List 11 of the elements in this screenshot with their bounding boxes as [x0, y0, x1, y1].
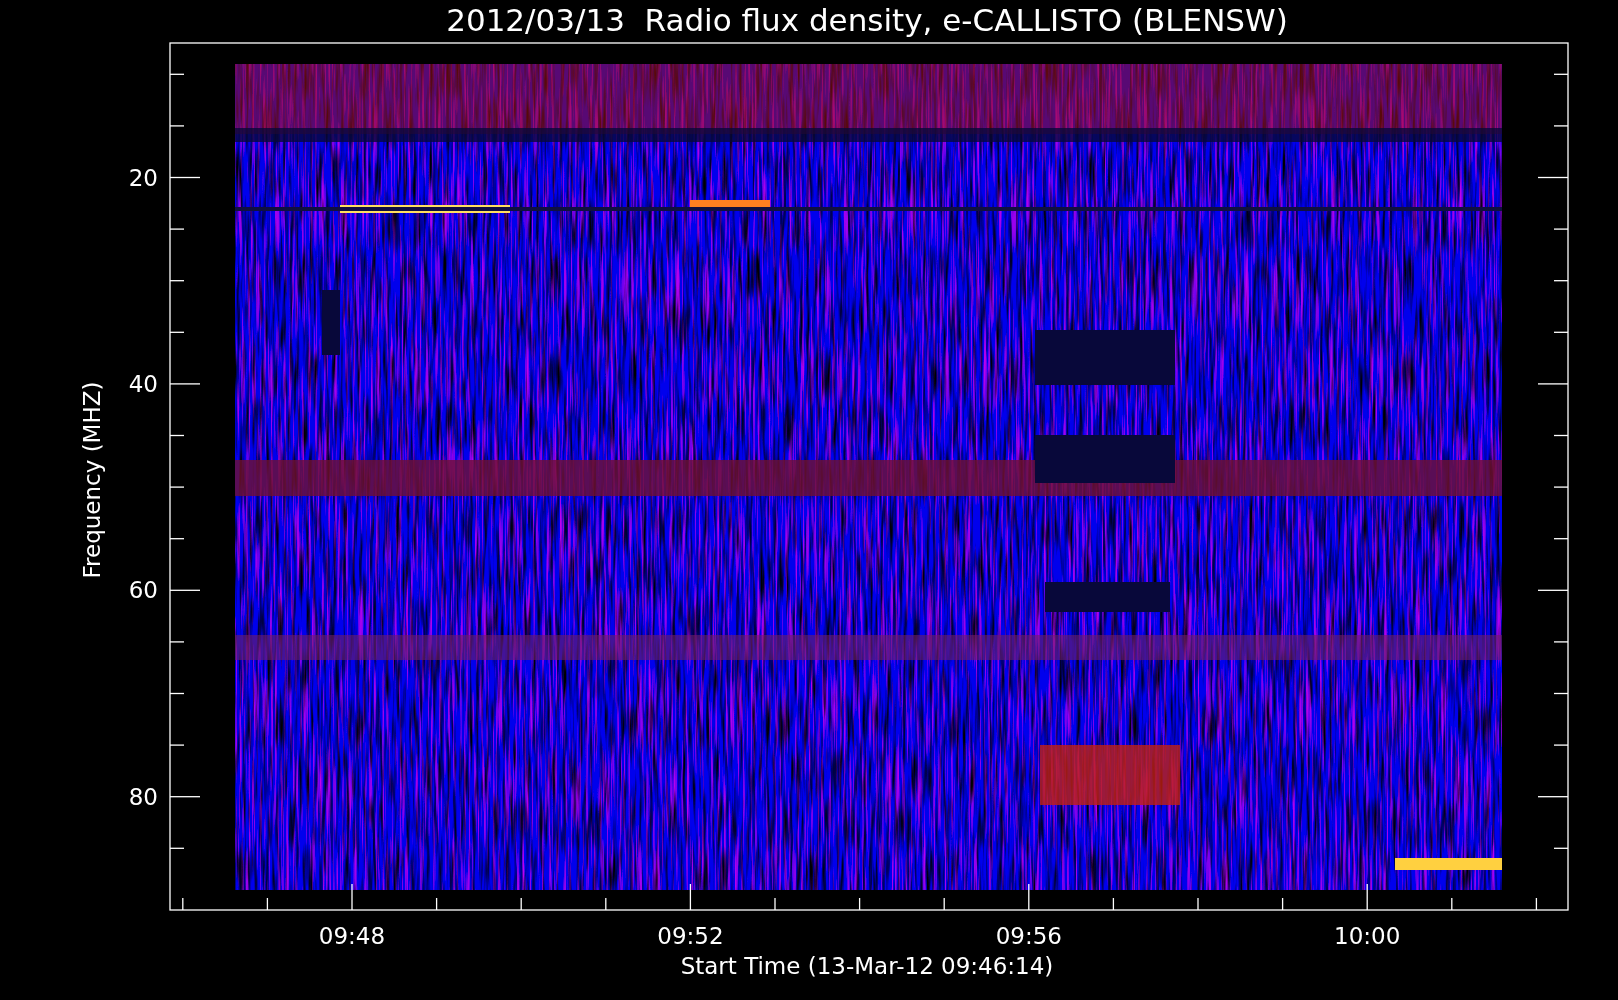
tick-label: 09:56	[995, 923, 1062, 949]
tick-label: 09:52	[657, 923, 724, 949]
tick-label: 60	[128, 577, 158, 604]
tick-label: 20	[128, 164, 158, 191]
chart-title: 2012/03/13 Radio flux density, e-CALLISTO (BLENSW)	[446, 2, 1288, 38]
tick-label: 10:00	[1334, 923, 1401, 949]
axis-label: Frequency (MHZ)	[79, 381, 105, 579]
tick-label: 40	[128, 370, 158, 397]
axis-label: Start Time (13-Mar-12 09:46:14)	[680, 953, 1054, 979]
tick-label: 09:48	[318, 923, 386, 949]
tick-label: 80	[128, 783, 158, 810]
